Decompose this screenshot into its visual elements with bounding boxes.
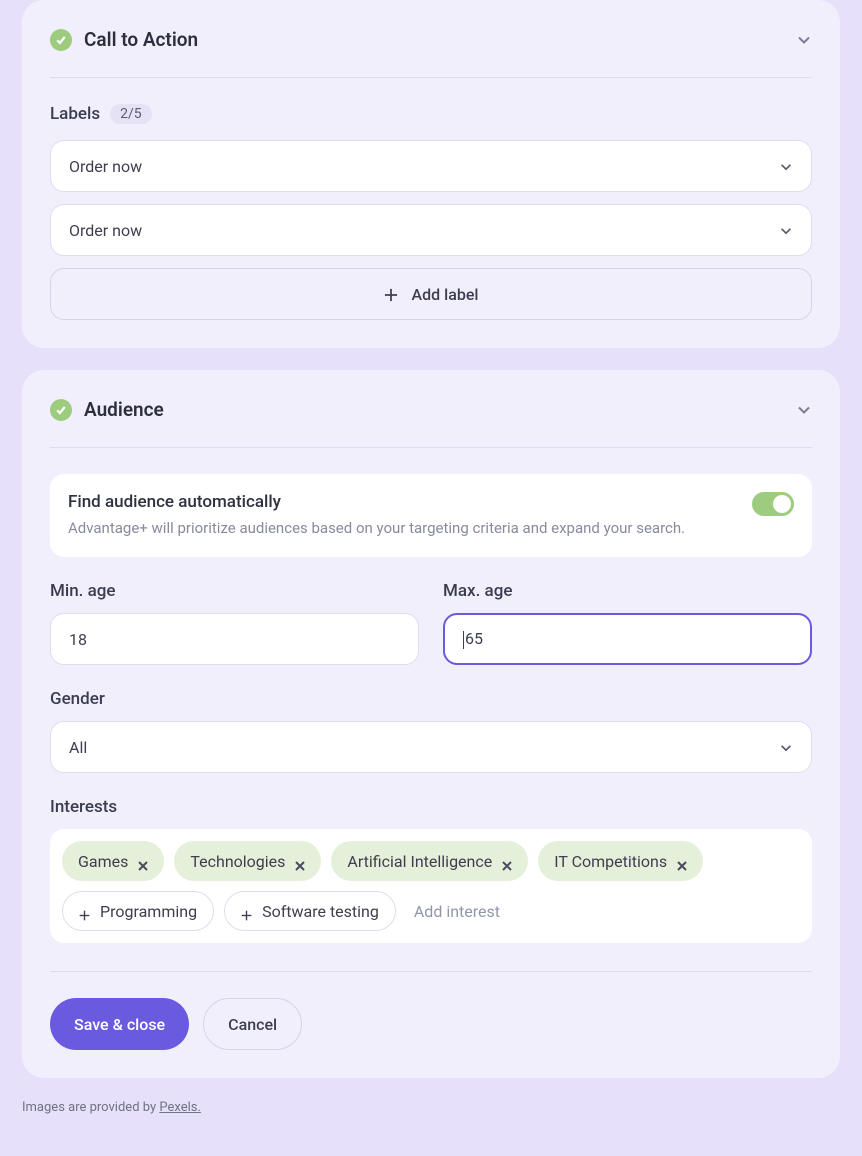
max-age-value: 65	[463, 629, 483, 649]
call-to-action-section: Call to Action Labels 2/5 Order now Orde…	[22, 0, 840, 348]
interest-chip[interactable]: Artificial Intelligence	[331, 841, 528, 881]
min-age-label: Min. age	[50, 581, 419, 601]
label-select-2[interactable]: Order now	[50, 204, 812, 256]
remove-icon[interactable]	[502, 856, 512, 866]
interest-suggestion[interactable]: Programming	[62, 891, 214, 931]
remove-icon[interactable]	[677, 856, 687, 866]
chip-label: Technologies	[190, 852, 285, 871]
max-age-label: Max. age	[443, 581, 812, 601]
auto-find-title: Find audience automatically	[68, 492, 685, 512]
cta-title: Call to Action	[84, 28, 198, 51]
divider	[50, 971, 812, 972]
gender-value: All	[69, 738, 87, 757]
check-icon	[50, 399, 72, 421]
min-age-input[interactable]	[50, 613, 419, 665]
chevron-down-icon	[779, 223, 793, 237]
chevron-down-icon	[796, 32, 812, 48]
labels-heading: Labels	[50, 104, 100, 124]
auto-find-toggle[interactable]	[752, 492, 794, 516]
audience-section: Audience Find audience automatically Adv…	[22, 370, 840, 1078]
chip-label: Software testing	[262, 902, 379, 921]
add-label-button[interactable]: Add label	[50, 268, 812, 320]
interest-chip[interactable]: Technologies	[174, 841, 321, 881]
toggle-knob	[773, 495, 791, 513]
gender-select[interactable]: All	[50, 721, 812, 773]
interest-chip[interactable]: Games	[62, 841, 164, 881]
gender-label: Gender	[50, 689, 812, 709]
label-select-1[interactable]: Order now	[50, 140, 812, 192]
label-select-value: Order now	[69, 221, 142, 240]
chip-label: Programming	[100, 902, 197, 921]
interests-box: Games Technologies Artificial Intelligen…	[50, 829, 812, 943]
chevron-down-icon	[779, 740, 793, 754]
chip-label: Games	[78, 852, 128, 871]
labels-counter: 2/5	[110, 104, 152, 124]
remove-icon[interactable]	[295, 856, 305, 866]
chip-label: Artificial Intelligence	[347, 852, 492, 871]
max-age-input[interactable]: 65	[443, 613, 812, 665]
plus-icon	[79, 906, 90, 917]
plus-icon	[241, 906, 252, 917]
save-close-button[interactable]: Save & close	[50, 998, 189, 1050]
check-icon	[50, 29, 72, 51]
auto-find-subtitle: Advantage+ will prioritize audiences bas…	[68, 518, 685, 539]
interest-chip[interactable]: IT Competitions	[538, 841, 703, 881]
audience-header[interactable]: Audience	[50, 398, 812, 448]
chip-label: IT Competitions	[554, 852, 667, 871]
label-select-value: Order now	[69, 157, 142, 176]
audience-title: Audience	[84, 398, 164, 421]
pexels-link[interactable]: Pexels.	[159, 1100, 201, 1115]
remove-icon[interactable]	[138, 856, 148, 866]
interests-label: Interests	[50, 797, 812, 817]
footer-prefix: Images are provided by	[22, 1100, 159, 1115]
chevron-down-icon	[779, 159, 793, 173]
chevron-down-icon	[796, 402, 812, 418]
cancel-button[interactable]: Cancel	[203, 998, 302, 1050]
footer-attribution: Images are provided by Pexels.	[22, 1100, 840, 1115]
add-label-text: Add label	[412, 285, 479, 304]
add-interest-input[interactable]: Add interest	[406, 902, 508, 921]
cta-header[interactable]: Call to Action	[50, 28, 812, 78]
plus-icon	[384, 287, 398, 301]
interest-suggestion[interactable]: Software testing	[224, 891, 396, 931]
auto-find-audience-box: Find audience automatically Advantage+ w…	[50, 474, 812, 557]
